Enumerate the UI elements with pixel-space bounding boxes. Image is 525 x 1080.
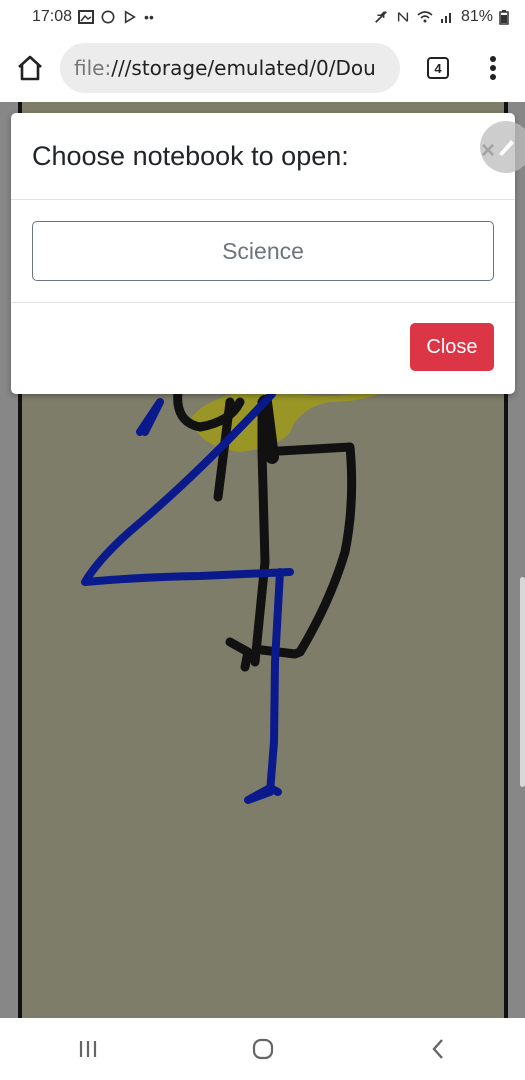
wifi-icon: [417, 11, 433, 23]
black-stroke-2: [258, 395, 279, 464]
close-button[interactable]: Close: [410, 323, 494, 371]
play-icon: [124, 10, 136, 24]
nfc-icon: [397, 12, 409, 22]
notebook-modal: Choose notebook to open: × Science Close: [11, 113, 515, 394]
pencil-icon: [499, 140, 514, 156]
back-button[interactable]: [408, 1024, 468, 1074]
status-time: 17:08: [32, 8, 73, 25]
notebook-button-science[interactable]: Science: [32, 221, 494, 281]
battery-percent: 81%: [460, 8, 493, 25]
system-nav-bar: [0, 1018, 525, 1080]
url-field[interactable]: file:///storage/emulated/0/Dou: [60, 43, 400, 93]
back-chevron-icon: [431, 1039, 443, 1059]
more-notifications-icon: ••: [144, 9, 154, 25]
modal-body: Science: [11, 200, 515, 303]
tab-count: 4: [427, 57, 449, 79]
gallery-icon: [78, 10, 95, 24]
signal-icon: [440, 13, 451, 23]
battery-icon: [499, 9, 509, 25]
mute-icon: [375, 10, 387, 23]
modal-footer: Close: [11, 303, 515, 391]
tab-switcher-button[interactable]: 4: [408, 38, 468, 98]
browser-menu-button[interactable]: [468, 38, 518, 98]
more-vert-icon: [490, 56, 496, 80]
recent-apps-button[interactable]: [58, 1024, 118, 1074]
edit-button[interactable]: [480, 121, 525, 173]
modal-header: Choose notebook to open: ×: [11, 113, 515, 200]
status-right: 81%: [373, 8, 509, 26]
home-button[interactable]: [0, 38, 60, 98]
browser-toolbar: file:///storage/emulated/0/Dou 4: [0, 34, 525, 102]
modal-title: Choose notebook to open:: [32, 140, 349, 171]
nav-home-button[interactable]: [233, 1024, 293, 1074]
home-circle-icon: [252, 1038, 273, 1060]
home-icon: [18, 55, 42, 81]
status-bar: 17:08 •• 81%: [0, 0, 525, 34]
url-scheme: file:: [74, 56, 112, 80]
recent-apps-icon: [79, 1041, 96, 1057]
scrollbar-thumb[interactable]: [520, 577, 525, 787]
whatsapp-icon: [101, 10, 115, 24]
status-left: 17:08 ••: [32, 8, 154, 26]
url-path: ///storage/emulated/0/Dou: [111, 56, 376, 80]
